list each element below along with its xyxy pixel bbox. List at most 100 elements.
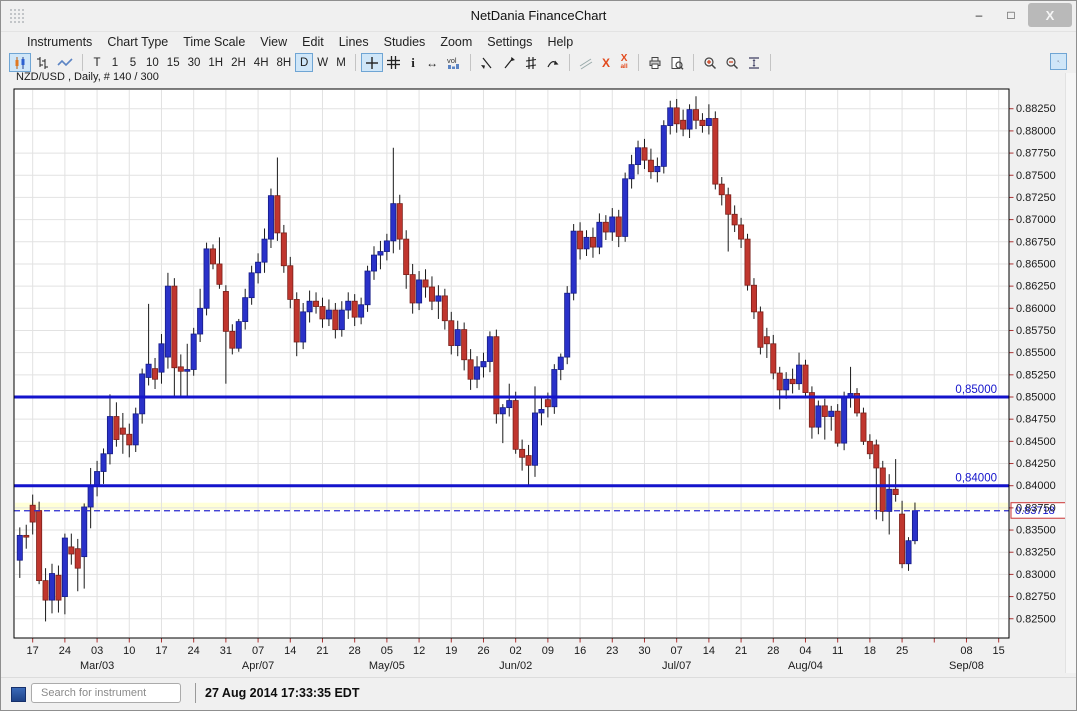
trendline-up-icon	[502, 56, 516, 70]
toolbar-separator	[569, 54, 570, 71]
svg-text:09: 09	[542, 645, 554, 657]
instrument-search-box[interactable]	[31, 683, 181, 703]
svg-text:0.83250: 0.83250	[1016, 547, 1056, 559]
svg-text:07: 07	[252, 645, 264, 657]
menu-chart-type[interactable]: Chart Type	[107, 35, 168, 49]
svg-text:0.87750: 0.87750	[1016, 148, 1056, 160]
svg-text:02: 02	[510, 645, 522, 657]
status-bar: 27 Aug 2014 17:33:35 EDT	[1, 677, 1076, 711]
toolbar: T 1 5 10 15 30 1H 2H 4H 8H D W M i ↔ vol	[1, 51, 1076, 74]
svg-text:0.84250: 0.84250	[1016, 458, 1056, 470]
timeframe-1m-button[interactable]: 1	[106, 53, 124, 72]
svg-text:16: 16	[574, 645, 586, 657]
timeframe-10m-button[interactable]: 10	[142, 53, 163, 72]
period-weekly-button[interactable]: W	[313, 53, 332, 72]
netdania-app-icon[interactable]	[11, 687, 26, 702]
volume-icon: vol	[446, 56, 461, 70]
red-x-icon: X	[602, 56, 610, 70]
timeframe-8h-button[interactable]: 8H	[273, 53, 296, 72]
period-monthly-button[interactable]: M	[332, 53, 350, 72]
arrow-icon	[546, 56, 560, 70]
svg-text:0.83000: 0.83000	[1016, 569, 1056, 581]
svg-text:14: 14	[703, 645, 715, 657]
chart-type-candlestick-button[interactable]	[9, 53, 31, 72]
svg-text:10: 10	[123, 645, 135, 657]
minimize-button[interactable]: –	[964, 3, 994, 27]
horizontal-expand-button[interactable]: ↔	[422, 53, 442, 72]
svg-text:21: 21	[735, 645, 747, 657]
zoom-in-button[interactable]	[699, 53, 721, 72]
svg-text:Jul/07: Jul/07	[662, 660, 691, 672]
zoom-in-icon	[703, 56, 717, 70]
svg-text:Jun/02: Jun/02	[499, 660, 532, 672]
timeframe-1h-button[interactable]: 1H	[204, 53, 227, 72]
svg-text:19: 19	[445, 645, 457, 657]
timeframe-tick-button[interactable]: T	[88, 53, 106, 72]
svg-text:0.84750: 0.84750	[1016, 414, 1056, 426]
svg-text:0,84000: 0,84000	[955, 473, 997, 485]
search-input[interactable]	[39, 686, 185, 700]
trendline-down-tool-button[interactable]	[476, 53, 498, 72]
menu-settings[interactable]: Settings	[487, 35, 532, 49]
toolbar-separator	[770, 54, 771, 71]
svg-text:28: 28	[349, 645, 361, 657]
svg-text:vol: vol	[447, 56, 457, 65]
svg-text:04: 04	[799, 645, 811, 657]
delete-all-lines-button[interactable]: Xall	[615, 53, 633, 72]
timeframe-2h-button[interactable]: 2H	[227, 53, 250, 72]
menu-help[interactable]: Help	[547, 35, 573, 49]
zoom-out-button[interactable]	[721, 53, 743, 72]
chart-type-bars-button[interactable]	[31, 53, 53, 72]
timeframe-5m-button[interactable]: 5	[124, 53, 142, 72]
timeframe-4h-button[interactable]: 4H	[250, 53, 273, 72]
chart-plot[interactable]: 0,850000,84000 0.83718 0.825000.827500.8…	[1, 87, 1077, 691]
svg-text:17: 17	[27, 645, 39, 657]
svg-text:28: 28	[767, 645, 779, 657]
svg-text:0.87250: 0.87250	[1016, 192, 1056, 204]
timeframe-30m-button[interactable]: 30	[184, 53, 205, 72]
menu-time-scale[interactable]: Time Scale	[183, 35, 245, 49]
svg-text:0.85000: 0.85000	[1016, 392, 1056, 404]
svg-text:11: 11	[832, 645, 843, 657]
menu-studies[interactable]: Studies	[384, 35, 426, 49]
print-button[interactable]	[644, 53, 666, 72]
period-daily-button[interactable]: D	[295, 53, 313, 72]
arrow-tool-button[interactable]	[542, 53, 564, 72]
crosshair-button[interactable]	[361, 53, 383, 72]
angle-lines-button[interactable]	[575, 53, 597, 72]
svg-text:0.86750: 0.86750	[1016, 236, 1056, 248]
svg-text:Aug/04: Aug/04	[788, 660, 823, 672]
menu-bar: Instruments Chart Type Time Scale View E…	[1, 32, 1076, 52]
maximize-button[interactable]: □	[996, 3, 1026, 27]
menu-view[interactable]: View	[260, 35, 287, 49]
chart-type-line-button[interactable]	[53, 53, 77, 72]
menu-lines[interactable]: Lines	[339, 35, 369, 49]
angle-lines-icon	[579, 56, 593, 70]
grid-toggle-button[interactable]	[383, 53, 404, 72]
red-x-all-icon: Xall	[620, 55, 627, 71]
close-button[interactable]: X	[1028, 3, 1072, 27]
info-button[interactable]: i	[404, 53, 422, 72]
pin-icon	[1057, 56, 1060, 67]
fit-vertical-button[interactable]	[743, 53, 765, 72]
pin-toolbar-button[interactable]	[1050, 53, 1067, 70]
bar-chart-icon	[35, 56, 49, 70]
toolbar-separator	[82, 54, 83, 71]
parallel-lines-tool-button[interactable]	[520, 53, 542, 72]
fit-vertical-icon	[747, 56, 761, 70]
chart-instrument-label: NZD/USD , Daily, # 140 / 300	[16, 71, 159, 83]
print-preview-button[interactable]	[666, 53, 688, 72]
app-window: NetDania FinanceChart – □ X Instruments …	[0, 0, 1077, 711]
menu-instruments[interactable]: Instruments	[27, 35, 92, 49]
volume-button[interactable]: vol	[442, 53, 465, 72]
timeframe-15m-button[interactable]: 15	[163, 53, 184, 72]
svg-text:12: 12	[413, 645, 425, 657]
svg-text:17: 17	[155, 645, 167, 657]
menu-edit[interactable]: Edit	[302, 35, 324, 49]
svg-text:05: 05	[381, 645, 393, 657]
trendline-up-tool-button[interactable]	[498, 53, 520, 72]
delete-line-button[interactable]: X	[597, 53, 615, 72]
svg-text:0.83750: 0.83750	[1016, 502, 1056, 514]
svg-text:26: 26	[477, 645, 489, 657]
menu-zoom[interactable]: Zoom	[440, 35, 472, 49]
